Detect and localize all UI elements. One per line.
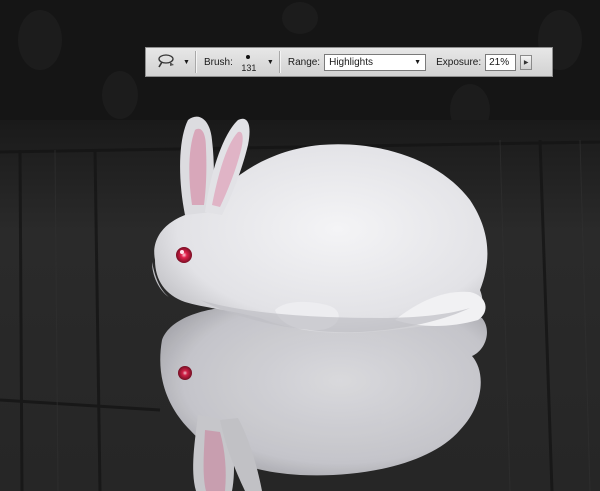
chevron-down-icon: ▼ [414, 58, 422, 66]
chevron-right-icon: ▶ [523, 59, 529, 66]
brush-size: 131 [241, 63, 257, 73]
divider [278, 51, 281, 73]
brush-picker[interactable]: 131 [237, 49, 261, 75]
range-value: Highlights [329, 56, 374, 68]
chevron-down-icon[interactable]: ▼ [267, 59, 274, 66]
brush-tip-icon [245, 55, 250, 59]
range-select[interactable]: Highlights ▼ [324, 53, 427, 71]
divider [195, 51, 197, 73]
chevron-down-icon[interactable]: ▼ [183, 59, 190, 66]
tool-options-bar: ▼ Brush: 131 ▼ Range: Highlights ▼ Expos… [145, 47, 553, 77]
exposure-slider-button[interactable]: ▶ [520, 54, 533, 70]
exposure-input[interactable]: 21% [485, 53, 517, 71]
exposure-label: Exposure: [436, 56, 482, 68]
brush-label: Brush: [204, 56, 233, 68]
tool-preset-picker[interactable]: ▼ [146, 48, 190, 76]
dodge-tool-icon [157, 53, 177, 72]
range-label: Range: [287, 56, 321, 68]
